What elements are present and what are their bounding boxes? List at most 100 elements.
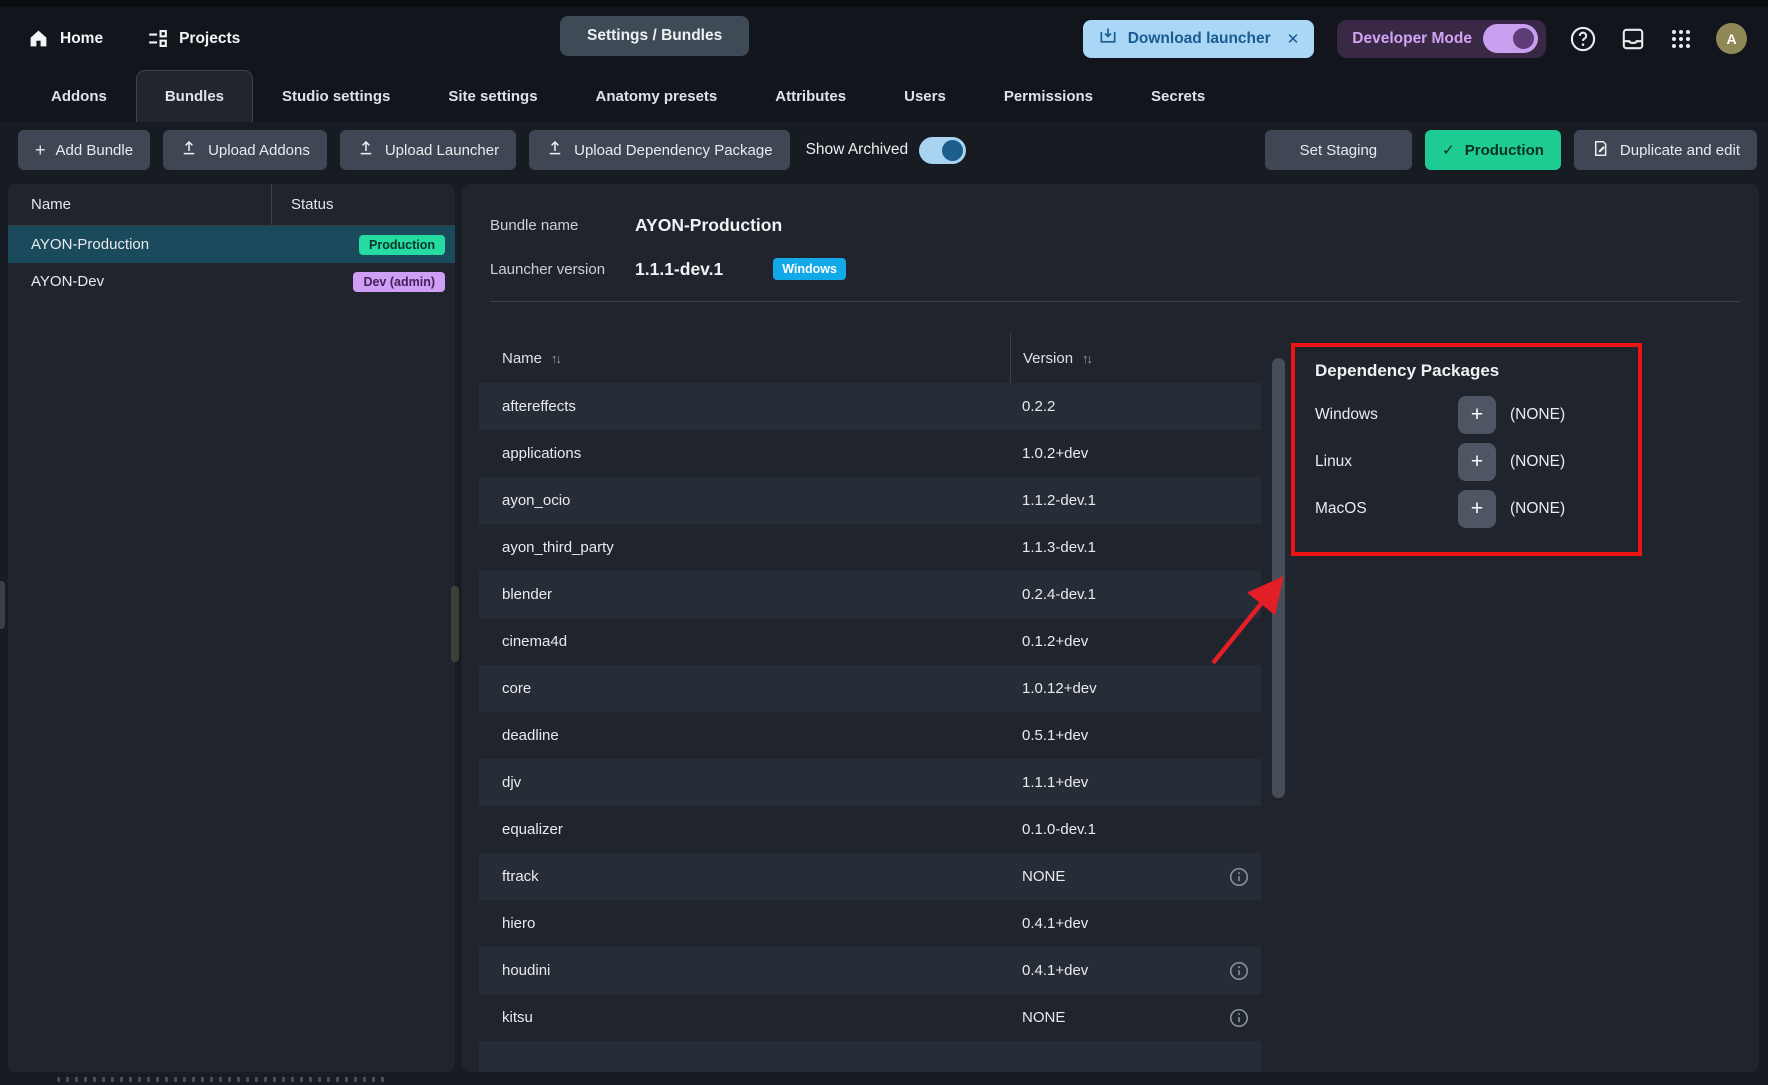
dependency-package-row: Linux + (NONE) bbox=[1315, 443, 1634, 481]
panel-gap-scrollbar[interactable] bbox=[451, 586, 459, 662]
tab-permissions[interactable]: Permissions bbox=[975, 70, 1122, 122]
launcher-version-value: 1.1.1-dev.1 bbox=[635, 259, 723, 280]
addon-name: equalizer bbox=[479, 821, 1010, 838]
table-row[interactable]: houdini 0.4.1+dev bbox=[479, 947, 1261, 994]
tab-studio-settings[interactable]: Studio settings bbox=[253, 70, 419, 122]
upload-addons-button[interactable]: Upload Addons bbox=[163, 130, 327, 170]
table-row[interactable]: deadline 0.5.1+dev bbox=[479, 712, 1261, 759]
info-icon[interactable] bbox=[1228, 960, 1250, 982]
info-icon[interactable] bbox=[1228, 866, 1250, 888]
dependency-package-row: MacOS + (NONE) bbox=[1315, 490, 1634, 528]
avatar[interactable]: A bbox=[1716, 23, 1747, 54]
upload-icon bbox=[180, 139, 198, 161]
addon-version-cell: 1.0.2+dev bbox=[1010, 443, 1261, 465]
dependency-packages-title: Dependency Packages bbox=[1315, 361, 1634, 381]
addon-version-cell: 1.1.1+dev bbox=[1010, 772, 1261, 794]
nav-home[interactable]: Home bbox=[28, 28, 103, 49]
top-bar: Home Projects Settings / Bundles Downloa… bbox=[0, 7, 1768, 70]
table-row[interactable]: applications 1.0.2+dev bbox=[479, 430, 1261, 477]
dependency-package-row: Windows + (NONE) bbox=[1315, 396, 1634, 434]
add-package-button[interactable]: + bbox=[1458, 490, 1496, 528]
download-launcher-button[interactable]: Download launcher ✕ bbox=[1083, 20, 1315, 58]
tab-anatomy-presets[interactable]: Anatomy presets bbox=[567, 70, 747, 122]
help-icon[interactable] bbox=[1569, 25, 1597, 53]
table-row[interactable]: ftrack NONE bbox=[479, 853, 1261, 900]
addon-version-cell: 0.2.4-dev.1 bbox=[1010, 584, 1261, 606]
bundle-name: AYON-Production bbox=[31, 236, 149, 253]
column-header-version[interactable]: Version ↑↓ bbox=[1010, 333, 1261, 383]
table-row[interactable]: hiero 0.4.1+dev bbox=[479, 900, 1261, 947]
table-row[interactable]: kitsu NONE bbox=[479, 994, 1261, 1041]
platform-label: MacOS bbox=[1315, 500, 1458, 518]
column-label: Name bbox=[502, 350, 542, 367]
tab-addons[interactable]: Addons bbox=[22, 70, 136, 122]
bundle-detail-panel: Bundle name AYON-Production Launcher ver… bbox=[462, 184, 1759, 1072]
addon-version-cell: 0.4.1+dev bbox=[1010, 960, 1261, 982]
duplicate-and-edit-label: Duplicate and edit bbox=[1620, 142, 1740, 159]
tab-users[interactable]: Users bbox=[875, 70, 975, 122]
addon-table: Name ↑↓ Version ↑↓ aftereffects 0.2.2 ap… bbox=[479, 333, 1261, 1072]
tab-label: Site settings bbox=[448, 88, 537, 105]
addon-version-cell: 1.1.3-dev.1 bbox=[1010, 537, 1261, 559]
table-row[interactable]: ayon_third_party 1.1.3-dev.1 bbox=[479, 524, 1261, 571]
close-icon[interactable]: ✕ bbox=[1287, 30, 1300, 48]
bundle-list-rows: AYON-Production Production AYON-Dev Dev … bbox=[8, 226, 455, 300]
column-label: Version bbox=[1023, 350, 1073, 367]
addon-version-cell: 0.1.0-dev.1 bbox=[1010, 819, 1261, 841]
table-row[interactable]: blender 0.2.4-dev.1 bbox=[479, 571, 1261, 618]
addon-table-scrollbar[interactable] bbox=[1272, 358, 1285, 798]
bundle-row[interactable]: AYON-Production Production bbox=[8, 226, 455, 263]
column-header-status[interactable]: Status bbox=[271, 184, 455, 225]
clipped-bottom-text bbox=[57, 1077, 387, 1082]
addon-name: djv bbox=[479, 774, 1010, 791]
left-edge-scrollbar[interactable] bbox=[0, 581, 5, 629]
add-package-button[interactable]: + bbox=[1458, 396, 1496, 434]
tab-label: Users bbox=[904, 88, 946, 105]
tab-secrets[interactable]: Secrets bbox=[1122, 70, 1234, 122]
upload-launcher-button[interactable]: Upload Launcher bbox=[340, 130, 516, 170]
developer-mode-toggle[interactable] bbox=[1483, 24, 1538, 53]
inbox-icon[interactable] bbox=[1620, 26, 1646, 52]
nav-projects-label: Projects bbox=[179, 30, 240, 48]
table-row[interactable]: djv 1.1.1+dev bbox=[479, 759, 1261, 806]
tab-bundles[interactable]: Bundles bbox=[136, 70, 253, 122]
add-bundle-button[interactable]: + Add Bundle bbox=[18, 130, 150, 170]
tab-label: Anatomy presets bbox=[596, 88, 718, 105]
status-badge: Dev (admin) bbox=[353, 272, 445, 292]
tab-label: Secrets bbox=[1151, 88, 1205, 105]
table-row[interactable]: core 1.0.12+dev bbox=[479, 665, 1261, 712]
check-icon: ✓ bbox=[1442, 141, 1455, 159]
window-top-edge bbox=[0, 0, 1768, 7]
tab-label: Addons bbox=[51, 88, 107, 105]
bundle-list-panel: Name Status AYON-Production Production A… bbox=[8, 184, 455, 1072]
duplicate-and-edit-button[interactable]: Duplicate and edit bbox=[1574, 130, 1757, 170]
nav-projects[interactable]: Projects bbox=[147, 28, 240, 49]
tab-attributes[interactable]: Attributes bbox=[746, 70, 875, 122]
addon-version-cell: 0.2.2 bbox=[1010, 396, 1261, 418]
plus-icon: + bbox=[35, 141, 46, 159]
table-row[interactable]: equalizer 0.1.0-dev.1 bbox=[479, 806, 1261, 853]
set-staging-button[interactable]: Set Staging bbox=[1265, 130, 1413, 170]
addon-name: houdini bbox=[479, 962, 1010, 979]
sort-icon[interactable]: ↑↓ bbox=[1082, 351, 1091, 366]
addon-version: 0.1.0-dev.1 bbox=[1022, 821, 1096, 838]
table-row[interactable]: aftereffects 0.2.2 bbox=[479, 383, 1261, 430]
bundle-row[interactable]: AYON-Dev Dev (admin) bbox=[8, 263, 455, 300]
column-header-name[interactable]: Name bbox=[8, 184, 271, 225]
launcher-version-label: Launcher version bbox=[490, 261, 635, 278]
add-package-button[interactable]: + bbox=[1458, 443, 1496, 481]
column-header-name[interactable]: Name ↑↓ bbox=[479, 333, 1010, 383]
info-icon[interactable] bbox=[1228, 1007, 1250, 1029]
upload-dependency-package-button[interactable]: Upload Dependency Package bbox=[529, 130, 789, 170]
apps-grid-icon[interactable] bbox=[1669, 27, 1693, 51]
addon-version-cell: NONE bbox=[1010, 1007, 1261, 1029]
dependency-packages-rows: Windows + (NONE) Linux + (NONE) MacOS + … bbox=[1315, 396, 1634, 528]
table-row[interactable]: cinema4d 0.1.2+dev bbox=[479, 618, 1261, 665]
tab-site-settings[interactable]: Site settings bbox=[419, 70, 566, 122]
plus-icon: + bbox=[1471, 450, 1483, 474]
table-row[interactable]: ayon_ocio 1.1.2-dev.1 bbox=[479, 477, 1261, 524]
sort-icon[interactable]: ↑↓ bbox=[551, 351, 560, 366]
show-archived-label: Show Archived bbox=[806, 141, 909, 159]
show-archived-toggle[interactable] bbox=[919, 137, 966, 164]
production-button[interactable]: ✓ Production bbox=[1425, 130, 1561, 170]
